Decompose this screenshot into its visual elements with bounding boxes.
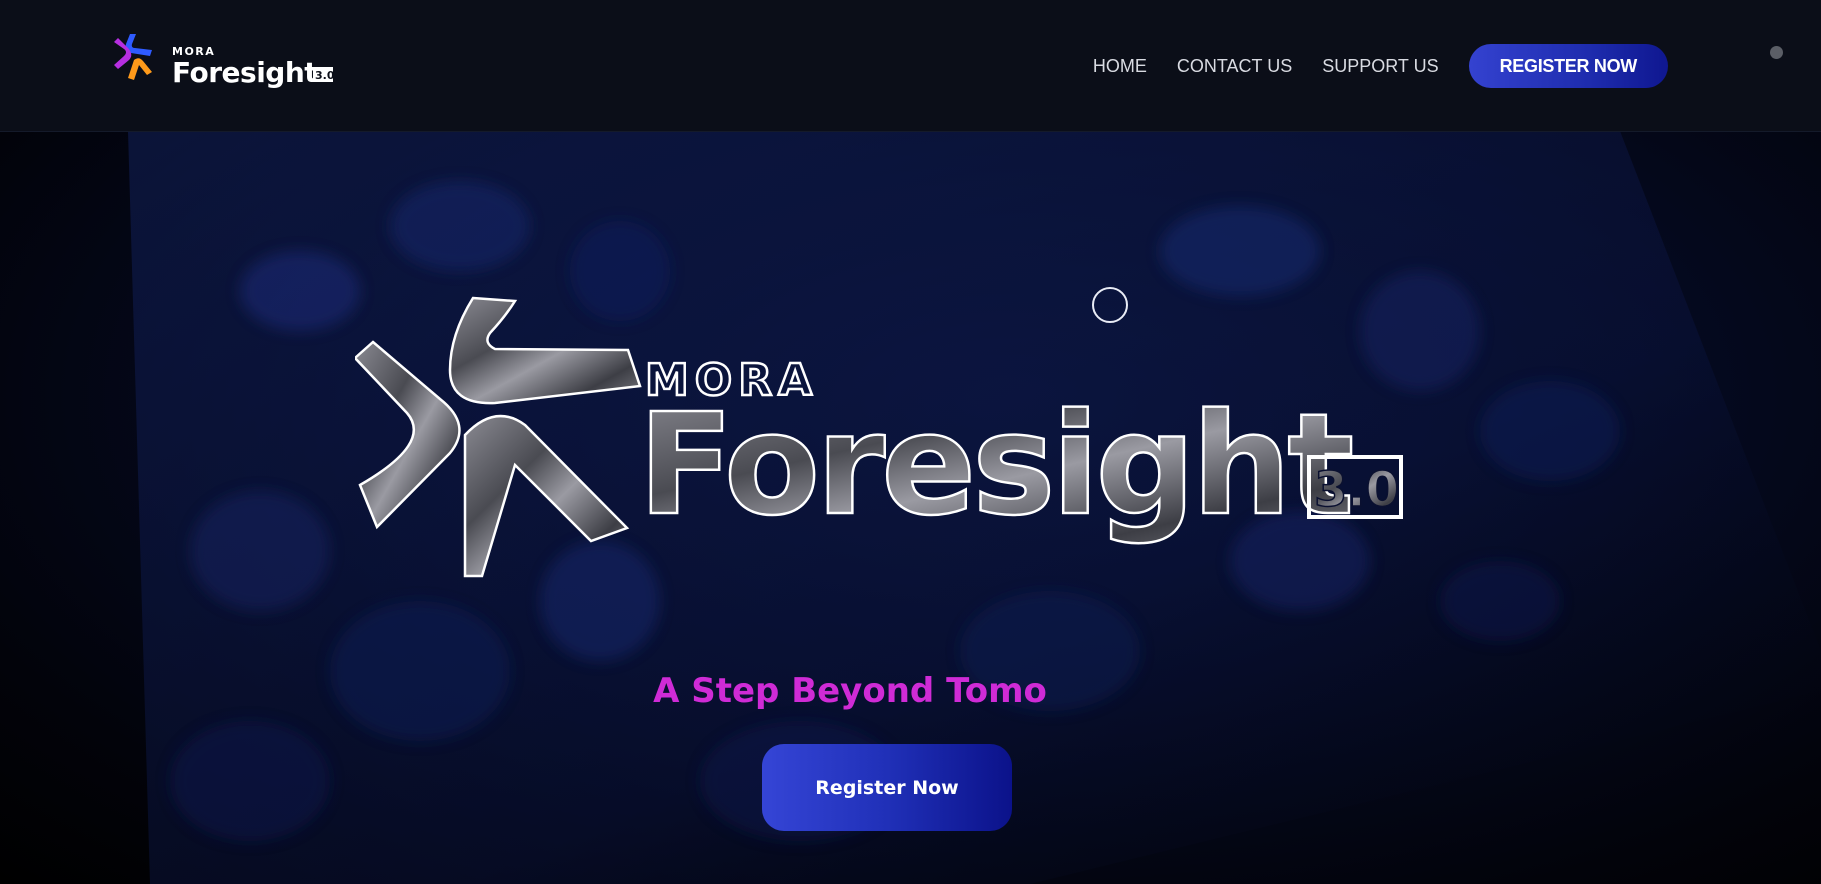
hero-logo-version: 3.0 (1314, 462, 1399, 518)
scroll-indicator-dot[interactable] (1770, 46, 1783, 59)
brand-version: 3.0 (315, 69, 335, 82)
page: MORA Foresight 3.0 HOME CONTACT US SUPPO… (0, 0, 1821, 884)
star-burst-icon (114, 34, 152, 80)
brand-main-word: Foresight (172, 56, 317, 89)
mora-foresight-logo: MORA Foresight 3.0 (114, 34, 335, 89)
register-now-hero-button[interactable]: Register Now (762, 744, 1012, 831)
brand-logo[interactable]: MORA Foresight 3.0 (112, 32, 338, 96)
nav-support-link[interactable]: SUPPORT US (1322, 56, 1438, 77)
hero-logo-main-word: Foresight (638, 384, 1351, 547)
hero-logo: MORA Foresight 3.0 (355, 296, 1403, 578)
main-nav: HOME CONTACT US SUPPORT US REGISTER NOW (1093, 43, 1668, 89)
hero-tagline: A Step Beyond Tomo (653, 671, 1047, 711)
register-now-nav-button[interactable]: REGISTER NOW (1468, 44, 1668, 88)
nav-home-link[interactable]: HOME (1093, 56, 1147, 77)
cursor-ring-icon (1092, 287, 1128, 323)
site-header: MORA Foresight 3.0 HOME CONTACT US SUPPO… (0, 0, 1821, 132)
nav-contact-link[interactable]: CONTACT US (1177, 56, 1292, 77)
star-burst-icon (355, 296, 642, 578)
